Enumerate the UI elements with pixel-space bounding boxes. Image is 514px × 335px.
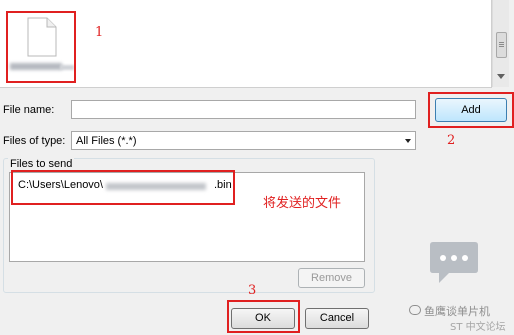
annotation-note-files-to-send: 将发送的文件 [263,196,342,211]
cancel-button-label: Cancel [319,312,355,324]
annotation-marker-2: 2 [447,133,456,148]
files-of-type-label: Files of type: [3,135,66,147]
remove-button[interactable]: Remove [298,268,365,288]
remove-button-label: Remove [311,272,352,284]
files-to-send-label: Files to send [8,158,75,170]
annotation-box-ok [227,300,300,333]
chevron-down-icon [405,139,411,143]
file-browser-pane[interactable] [0,0,492,88]
annotation-marker-1: 1 [95,25,104,40]
watermark-wechat-icon [409,305,421,315]
watermark-name: 鱼鹰谈单片机 [424,305,490,318]
files-of-type-value: All Files (*.*) [76,135,137,147]
file-name-label: File name: [3,104,55,116]
watermark-site: ST 中文论坛 [450,322,506,333]
annotation-box-file [6,11,76,83]
vertical-scrollbar[interactable] [492,0,509,87]
file-name-input[interactable] [71,100,416,119]
scrollbar-thumb[interactable] [496,32,507,58]
chat-bubble-icon [430,242,478,283]
annotation-box-files-to-send [11,170,235,205]
annotation-marker-3: 3 [248,283,257,298]
annotation-box-add [428,92,514,128]
cancel-button[interactable]: Cancel [305,308,369,329]
files-of-type-select[interactable]: All Files (*.*) [71,131,416,150]
scroll-down-arrow-icon[interactable] [497,74,505,79]
